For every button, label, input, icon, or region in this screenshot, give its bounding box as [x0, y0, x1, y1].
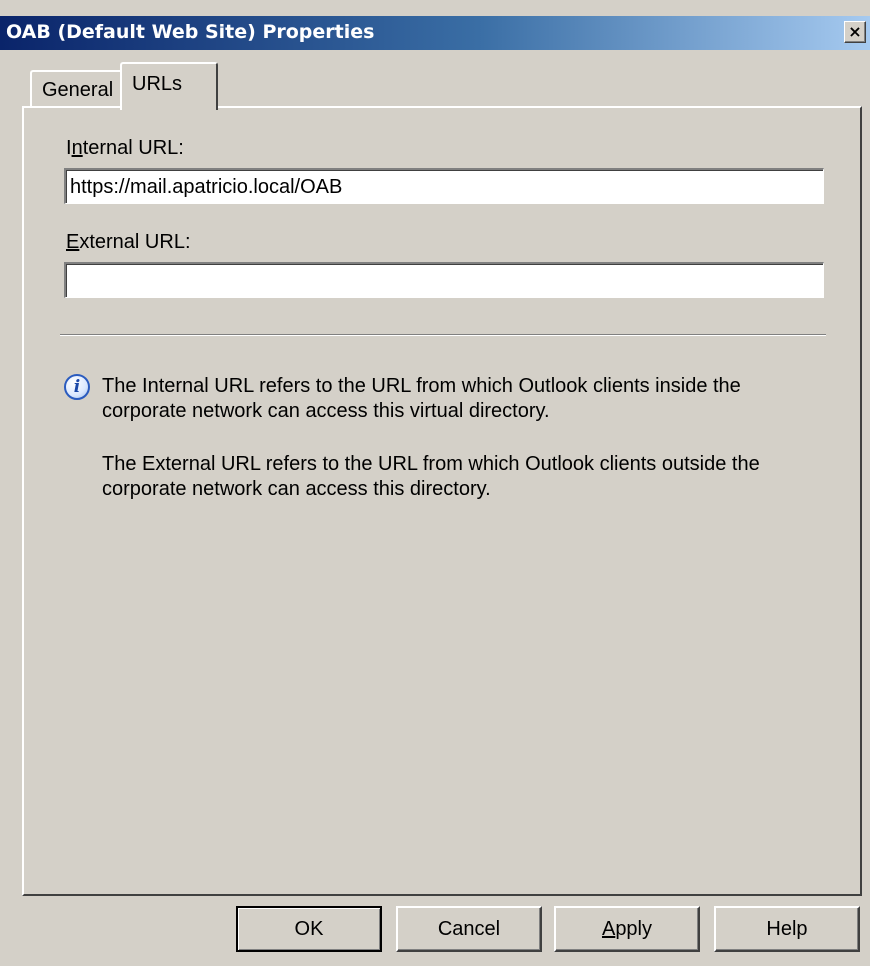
- apply-button[interactable]: Apply: [554, 906, 700, 952]
- tab-general-label: General: [42, 79, 114, 101]
- info-text-internal: The Internal URL refers to the URL from …: [102, 375, 741, 422]
- tab-panel-urls: Internal URL: https://mail.apatricio.loc…: [22, 106, 862, 896]
- external-url-input[interactable]: [64, 262, 824, 298]
- internal-url-input[interactable]: https://mail.apatricio.local/OAB: [64, 168, 824, 204]
- tab-urls[interactable]: URLs: [120, 62, 218, 110]
- cancel-button[interactable]: Cancel: [396, 906, 542, 952]
- close-button[interactable]: ×: [844, 21, 866, 43]
- internal-url-label: Internal URL:: [66, 137, 184, 159]
- close-icon: ×: [848, 22, 862, 41]
- tab-general[interactable]: General: [30, 70, 124, 108]
- title-bar: OAB (Default Web Site) Properties ×: [0, 16, 870, 50]
- help-button[interactable]: Help: [714, 906, 860, 952]
- window-title: OAB (Default Web Site) Properties: [6, 21, 375, 43]
- tab-urls-label: URLs: [132, 73, 183, 95]
- separator: [60, 334, 826, 336]
- ok-button[interactable]: OK: [236, 906, 382, 952]
- external-url-label: External URL:: [66, 231, 191, 253]
- info-icon: i: [64, 374, 90, 400]
- info-text-external: The External URL refers to the URL from …: [102, 453, 760, 500]
